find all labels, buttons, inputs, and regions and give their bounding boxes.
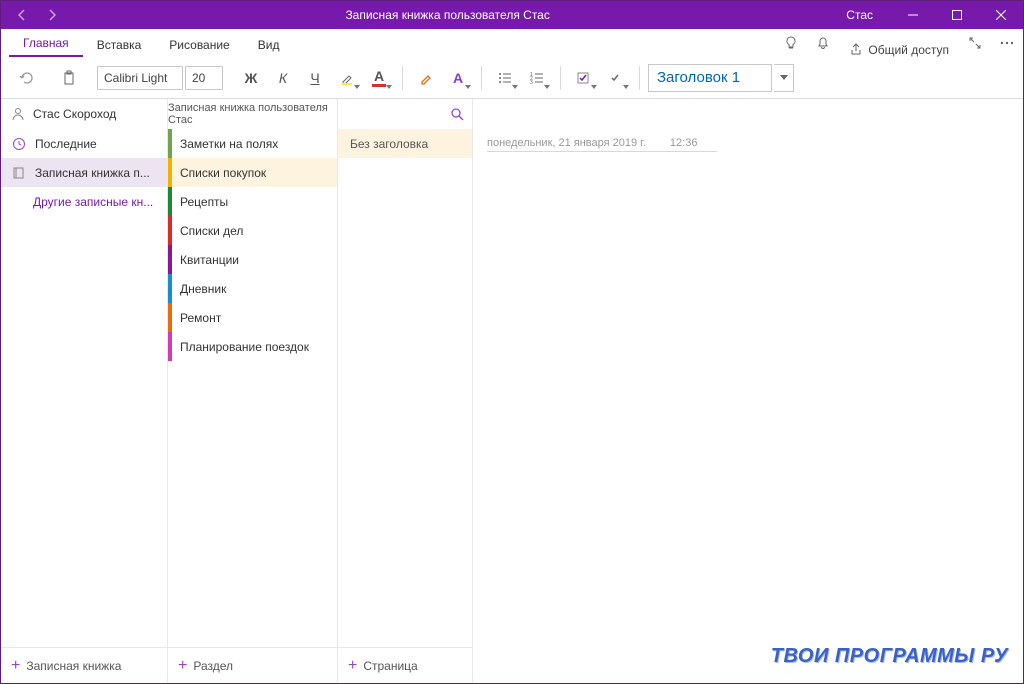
ribbon-tab-bar: Главная Вставка Рисование Вид Общий дост…: [1, 29, 1023, 57]
nav-notebook[interactable]: Записная книжка п...: [1, 158, 167, 187]
section-item[interactable]: Планирование поездок: [168, 332, 337, 361]
section-item[interactable]: Рецепты: [168, 187, 337, 216]
undo-button[interactable]: [11, 63, 41, 93]
minimize-button[interactable]: [891, 1, 935, 29]
nav-user[interactable]: Стас Скороход: [1, 99, 167, 129]
number-list-button[interactable]: 123: [522, 63, 552, 93]
pages-column: Без заголовка + Страница: [338, 99, 473, 683]
share-icon: [849, 43, 863, 57]
window-title: Записная книжка пользователя Стас: [67, 8, 828, 22]
more-icon[interactable]: [991, 29, 1023, 57]
nav-column: Стас Скороход Последние Записная книжка …: [1, 99, 168, 683]
sections-header-title: Записная книжка пользователя Стас: [168, 102, 337, 126]
pages-header: [338, 99, 472, 129]
highlight-button[interactable]: [332, 63, 362, 93]
plus-icon: +: [348, 657, 357, 675]
share-label: Общий доступ: [868, 43, 949, 57]
sections-header: Записная книжка пользователя Стас: [168, 99, 337, 129]
tab-insert[interactable]: Вставка: [83, 32, 156, 57]
add-page-button[interactable]: + Страница: [338, 647, 472, 683]
plus-icon: +: [11, 657, 20, 675]
nav-user-name: Стас Скороход: [33, 107, 116, 121]
sections-column: Записная книжка пользователя Стас Заметк…: [168, 99, 338, 683]
bold-button[interactable]: Ж: [236, 63, 266, 93]
tags-button[interactable]: [601, 63, 631, 93]
page-item[interactable]: Без заголовка: [338, 129, 472, 158]
section-item[interactable]: Ремонт: [168, 303, 337, 332]
bell-icon[interactable]: [807, 29, 839, 57]
fullscreen-icon[interactable]: [959, 29, 991, 57]
tab-view[interactable]: Вид: [244, 32, 294, 57]
italic-button[interactable]: К: [268, 63, 298, 93]
font-name-select[interactable]: Calibri Light: [97, 66, 183, 90]
clear-format-button[interactable]: [411, 63, 441, 93]
nav-notebook-label: Записная книжка п...: [35, 166, 150, 180]
back-button[interactable]: [7, 1, 37, 29]
page-time: 12:36: [670, 137, 698, 149]
todo-tag-button[interactable]: [569, 63, 599, 93]
clipboard-button[interactable]: [54, 63, 84, 93]
add-section-button[interactable]: + Раздел: [168, 647, 337, 683]
user-name[interactable]: Стас: [828, 8, 891, 22]
add-section-label: Раздел: [193, 659, 233, 673]
svg-text:3: 3: [530, 80, 533, 86]
add-notebook-label: Записная книжка: [26, 659, 121, 673]
page-content[interactable]: понедельник, 21 января 2019 г. 12:36: [473, 99, 1023, 683]
clock-icon: [11, 136, 27, 152]
close-button[interactable]: [979, 1, 1023, 29]
notebook-icon: [11, 165, 27, 181]
ribbon-toolbar: Calibri Light 20 Ж К Ч А А 123 Заголовок…: [1, 57, 1023, 99]
search-icon[interactable]: [450, 107, 464, 121]
add-notebook-button[interactable]: + Записная книжка: [1, 647, 167, 683]
format-painter-button[interactable]: А: [443, 63, 473, 93]
add-page-label: Страница: [363, 659, 417, 673]
nav-recent-label: Последние: [35, 137, 97, 151]
titlebar: Записная книжка пользователя Стас Стас: [1, 1, 1023, 29]
section-item[interactable]: Списки покупок: [168, 158, 337, 187]
plus-icon: +: [178, 657, 187, 675]
font-size-select[interactable]: 20: [185, 66, 223, 90]
bullet-list-button[interactable]: [490, 63, 520, 93]
tab-draw[interactable]: Рисование: [155, 32, 243, 57]
section-item[interactable]: Квитанции: [168, 245, 337, 274]
nav-other-notebooks[interactable]: Другие записные кн...: [1, 187, 167, 216]
watermark: ТВОИ ПРОГРАММЫ РУ: [771, 645, 1008, 668]
heading-dropdown[interactable]: [774, 64, 794, 92]
section-item[interactable]: Дневник: [168, 274, 337, 303]
page-date: понедельник, 21 января 2019 г.: [487, 137, 646, 149]
person-icon: [11, 107, 25, 121]
page-datestamp: понедельник, 21 января 2019 г. 12:36: [487, 137, 717, 152]
section-item[interactable]: Списки дел: [168, 216, 337, 245]
font-color-button[interactable]: А: [364, 63, 394, 93]
nav-other-label: Другие записные кн...: [33, 195, 153, 209]
share-button[interactable]: Общий доступ: [839, 43, 959, 57]
heading-style-select[interactable]: Заголовок 1: [648, 64, 772, 92]
tab-home[interactable]: Главная: [9, 30, 83, 57]
lightbulb-icon[interactable]: [775, 29, 807, 57]
forward-button[interactable]: [37, 1, 67, 29]
underline-button[interactable]: Ч: [300, 63, 330, 93]
maximize-button[interactable]: [935, 1, 979, 29]
nav-recent[interactable]: Последние: [1, 129, 167, 158]
section-item[interactable]: Заметки на полях: [168, 129, 337, 158]
